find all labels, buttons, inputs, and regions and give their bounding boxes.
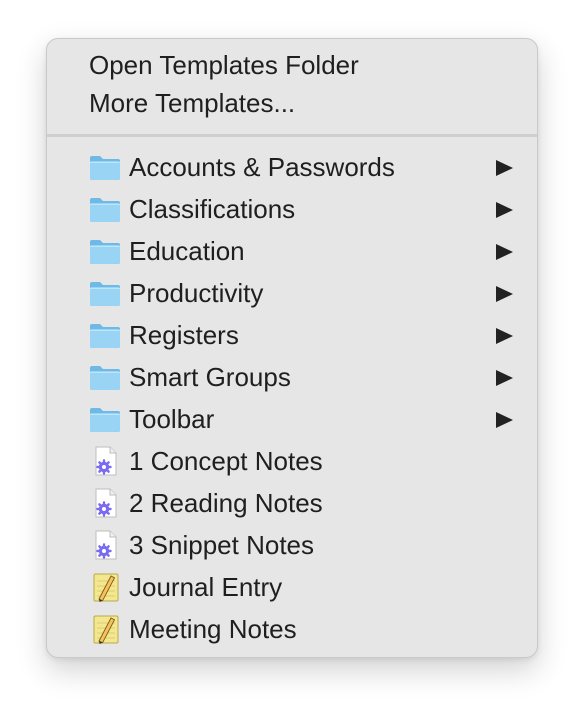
menu-item-label: Smart Groups [129, 362, 291, 392]
menu-item-label: Meeting Notes [129, 614, 297, 644]
template-reading-notes[interactable]: 2 Reading Notes [47, 483, 537, 523]
folder-icon [89, 152, 121, 182]
folder-icon [89, 236, 121, 266]
submenu-classifications[interactable]: Classifications [47, 189, 537, 229]
submenu-toolbar[interactable]: Toolbar [47, 399, 537, 439]
folder-icon [89, 278, 121, 308]
menu-item-label: Classifications [129, 194, 296, 224]
submenu-arrow-icon [496, 244, 513, 260]
menu-item-label: 3 Snippet Notes [129, 530, 315, 560]
notepad-icon [89, 572, 121, 602]
templates-context-menu: Open Templates Folder More Templates... … [46, 38, 538, 658]
submenu-smart-groups[interactable]: Smart Groups [47, 357, 537, 397]
submenu-education[interactable]: Education [47, 231, 537, 271]
submenu-arrow-icon [496, 412, 513, 428]
submenu-arrow-icon [496, 286, 513, 302]
menu-item-label: Toolbar [129, 404, 215, 434]
menu-separator [47, 134, 537, 137]
script-document-icon [89, 530, 121, 560]
folder-icon [89, 362, 121, 392]
submenu-arrow-icon [496, 328, 513, 344]
template-meeting-notes[interactable]: Meeting Notes [47, 609, 537, 649]
menu-item-label: More Templates... [89, 88, 296, 118]
template-concept-notes[interactable]: 1 Concept Notes [47, 441, 537, 481]
menu-item-label: Education [129, 236, 245, 266]
submenu-arrow-icon [496, 370, 513, 386]
submenu-productivity[interactable]: Productivity [47, 273, 537, 313]
folder-icon [89, 194, 121, 224]
template-journal-entry[interactable]: Journal Entry [47, 567, 537, 607]
menu-item-label: Registers [129, 320, 239, 350]
open-templates-folder-item[interactable]: Open Templates Folder [47, 45, 537, 85]
template-snippet-notes[interactable]: 3 Snippet Notes [47, 525, 537, 565]
script-document-icon [89, 446, 121, 476]
folder-icon [89, 320, 121, 350]
submenu-arrow-icon [496, 202, 513, 218]
notepad-icon [89, 614, 121, 644]
menu-item-label: Journal Entry [129, 572, 283, 602]
script-document-icon [89, 488, 121, 518]
submenu-arrow-icon [496, 160, 513, 176]
menu-item-label: Productivity [129, 278, 264, 308]
menu-item-label: Open Templates Folder [89, 50, 359, 80]
more-templates-item[interactable]: More Templates... [47, 83, 537, 123]
submenu-accounts-passwords[interactable]: Accounts & Passwords [47, 147, 537, 187]
menu-item-label: 1 Concept Notes [129, 446, 323, 476]
menu-item-label: Accounts & Passwords [129, 152, 395, 182]
menu-item-label: 2 Reading Notes [129, 488, 323, 518]
submenu-registers[interactable]: Registers [47, 315, 537, 355]
folder-icon [89, 404, 121, 434]
